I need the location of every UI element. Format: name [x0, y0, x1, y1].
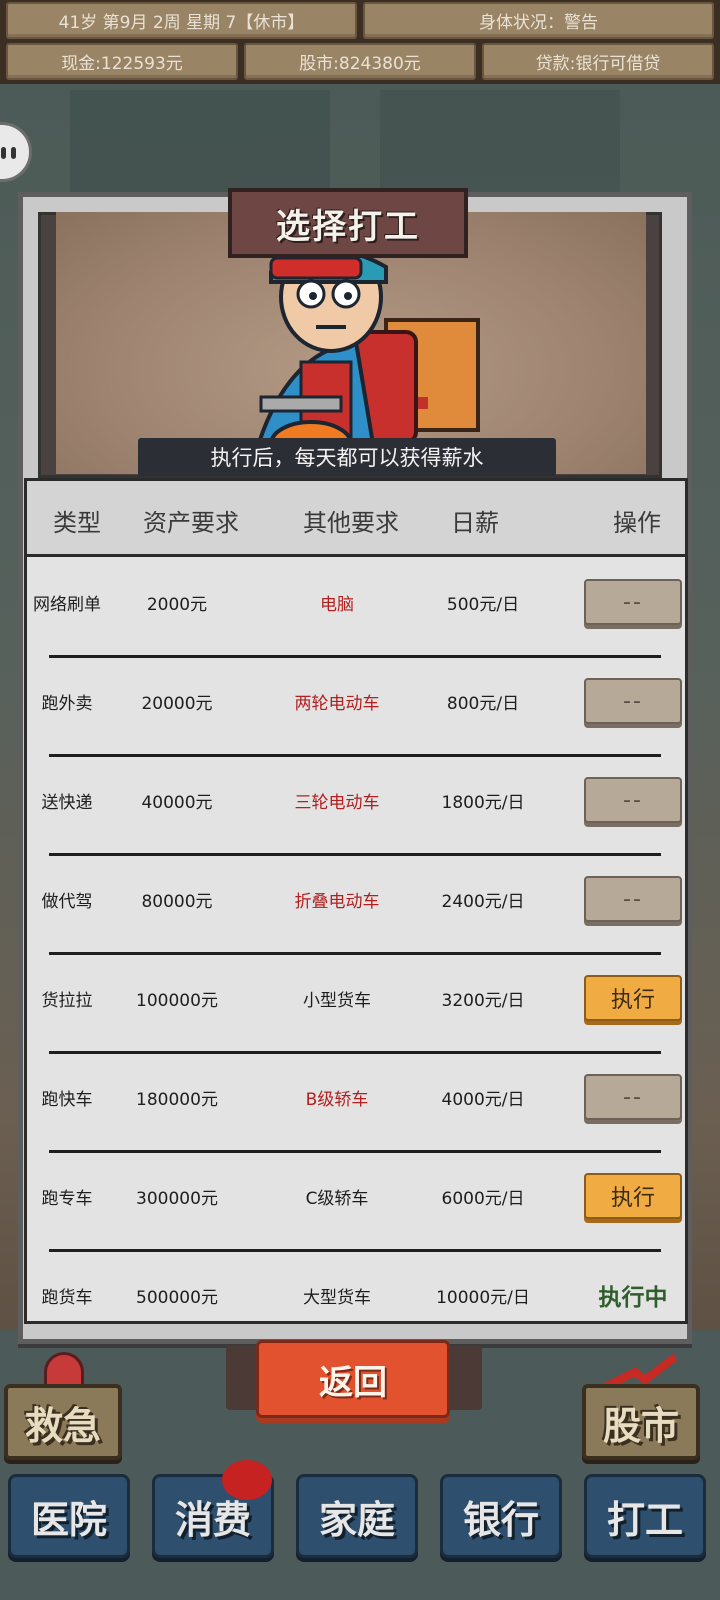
- dialog-caption: 执行后，每天都可以获得薪水: [138, 438, 556, 476]
- job-type: 做代驾: [41, 891, 93, 912]
- job-type: 跑专车: [41, 1188, 93, 1209]
- table-row: 送快递 40000元 三轮电动车 1800元/日 --: [27, 765, 685, 835]
- asset-requirement: 100000元: [136, 990, 218, 1011]
- stock-market-button[interactable]: 股市: [582, 1384, 700, 1460]
- other-requirement: 两轮电动车: [294, 693, 380, 714]
- daily-pay: 500元/日: [446, 594, 520, 615]
- action-cell: --: [581, 1062, 685, 1132]
- asset-requirement: 180000元: [136, 1089, 218, 1110]
- disabled-button[interactable]: --: [584, 1074, 682, 1120]
- job-type: 送快递: [41, 792, 93, 813]
- asset-requirement: 2000元: [146, 594, 208, 615]
- other-requirement: 三轮电动车: [294, 792, 380, 813]
- table-row: 跑货车 500000元 大型货车 10000元/日 执行中: [27, 1260, 685, 1330]
- job-type: 跑外卖: [41, 693, 93, 714]
- daily-pay: 2400元/日: [441, 891, 525, 912]
- disabled-button[interactable]: --: [584, 678, 682, 724]
- action-cell: --: [581, 567, 685, 637]
- other-requirement: 小型货车: [303, 990, 371, 1011]
- running-label: 执行中: [598, 1285, 668, 1311]
- header-other: 其他要求: [303, 509, 399, 537]
- dialog-title: 选择打工: [228, 188, 468, 258]
- other-requirement: B级轿车: [305, 1089, 369, 1110]
- row-divider: [49, 853, 661, 856]
- asset-requirement: 300000元: [136, 1188, 218, 1209]
- disabled-button[interactable]: --: [584, 777, 682, 823]
- header-type: 类型: [53, 509, 101, 537]
- cash-info: 现金:122593元: [6, 43, 238, 80]
- table-header: 类型 资产要求 其他要求 日薪 操作: [27, 481, 685, 557]
- job-type: 货拉拉: [41, 990, 93, 1011]
- action-cell: --: [581, 666, 685, 736]
- row-divider: [49, 1249, 661, 1252]
- notification-dot: [222, 1460, 272, 1500]
- back-button[interactable]: 返回: [256, 1340, 450, 1418]
- job-type: 跑货车: [41, 1287, 93, 1308]
- asset-requirement: 20000元: [141, 693, 213, 714]
- job-type: 跑快车: [41, 1089, 93, 1110]
- asset-requirement: 80000元: [141, 891, 213, 912]
- disabled-button[interactable]: --: [584, 876, 682, 922]
- execute-button[interactable]: 执行: [584, 975, 682, 1021]
- job-type: 网络刷单: [33, 594, 101, 615]
- other-requirement: 大型货车: [303, 1287, 371, 1308]
- execute-button[interactable]: 执行: [584, 1173, 682, 1219]
- action-cell: 执行中: [581, 1260, 685, 1330]
- asset-requirement: 40000元: [141, 792, 213, 813]
- health-status: 身体状况：警告: [363, 2, 714, 39]
- row-divider: [49, 952, 661, 955]
- action-cell: --: [581, 864, 685, 934]
- header-action: 操作: [613, 509, 661, 537]
- header-asset: 资产要求: [143, 509, 239, 537]
- nav-hospital[interactable]: 医院: [8, 1474, 130, 1558]
- action-cell: --: [581, 765, 685, 835]
- table-row: 跑外卖 20000元 两轮电动车 800元/日 --: [27, 666, 685, 736]
- daily-pay: 1800元/日: [441, 792, 525, 813]
- other-requirement: 电脑: [320, 594, 354, 615]
- row-divider: [49, 1150, 661, 1153]
- table-row: 网络刷单 2000元 电脑 500元/日 --: [27, 567, 685, 637]
- table-row: 跑快车 180000元 B级轿车 4000元/日 --: [27, 1062, 685, 1132]
- table-row: 跑专车 300000元 C级轿车 6000元/日 执行: [27, 1161, 685, 1231]
- table-row: 做代驾 80000元 折叠电动车 2400元/日 --: [27, 864, 685, 934]
- daily-pay: 3200元/日: [441, 990, 525, 1011]
- other-requirement: C级轿车: [305, 1188, 369, 1209]
- daily-pay: 6000元/日: [441, 1188, 525, 1209]
- stock-info: 股市:824380元: [244, 43, 476, 80]
- job-table: 类型 资产要求 其他要求 日薪 操作 网络刷单 2000元 电脑 500元/日 -- 跑外…: [24, 478, 688, 1324]
- action-cell: 执行: [581, 963, 685, 1033]
- daily-pay: 4000元/日: [441, 1089, 525, 1110]
- daily-pay: 10000元/日: [436, 1287, 530, 1308]
- date-info: 41岁 第9月 2周 星期 7【休市】: [6, 2, 357, 39]
- loan-info: 贷款:银行可借贷: [482, 43, 714, 80]
- header-pay: 日薪: [451, 509, 499, 537]
- table-row: 货拉拉 100000元 小型货车 3200元/日 执行: [27, 963, 685, 1033]
- daily-pay: 800元/日: [446, 693, 520, 714]
- nav-bank[interactable]: 银行: [440, 1474, 562, 1558]
- row-divider: [49, 754, 661, 757]
- action-cell: 执行: [581, 1161, 685, 1231]
- nav-work[interactable]: 打工: [584, 1474, 706, 1558]
- emergency-button[interactable]: 救急: [4, 1384, 122, 1460]
- asset-requirement: 500000元: [136, 1287, 218, 1308]
- status-bar: 41岁 第9月 2周 星期 7【休市】 身体状况：警告 现金:122593元 股…: [0, 0, 720, 84]
- nav-family[interactable]: 家庭: [296, 1474, 418, 1558]
- row-divider: [49, 655, 661, 658]
- other-requirement: 折叠电动车: [294, 891, 380, 912]
- row-divider: [49, 1051, 661, 1054]
- disabled-button[interactable]: --: [584, 579, 682, 625]
